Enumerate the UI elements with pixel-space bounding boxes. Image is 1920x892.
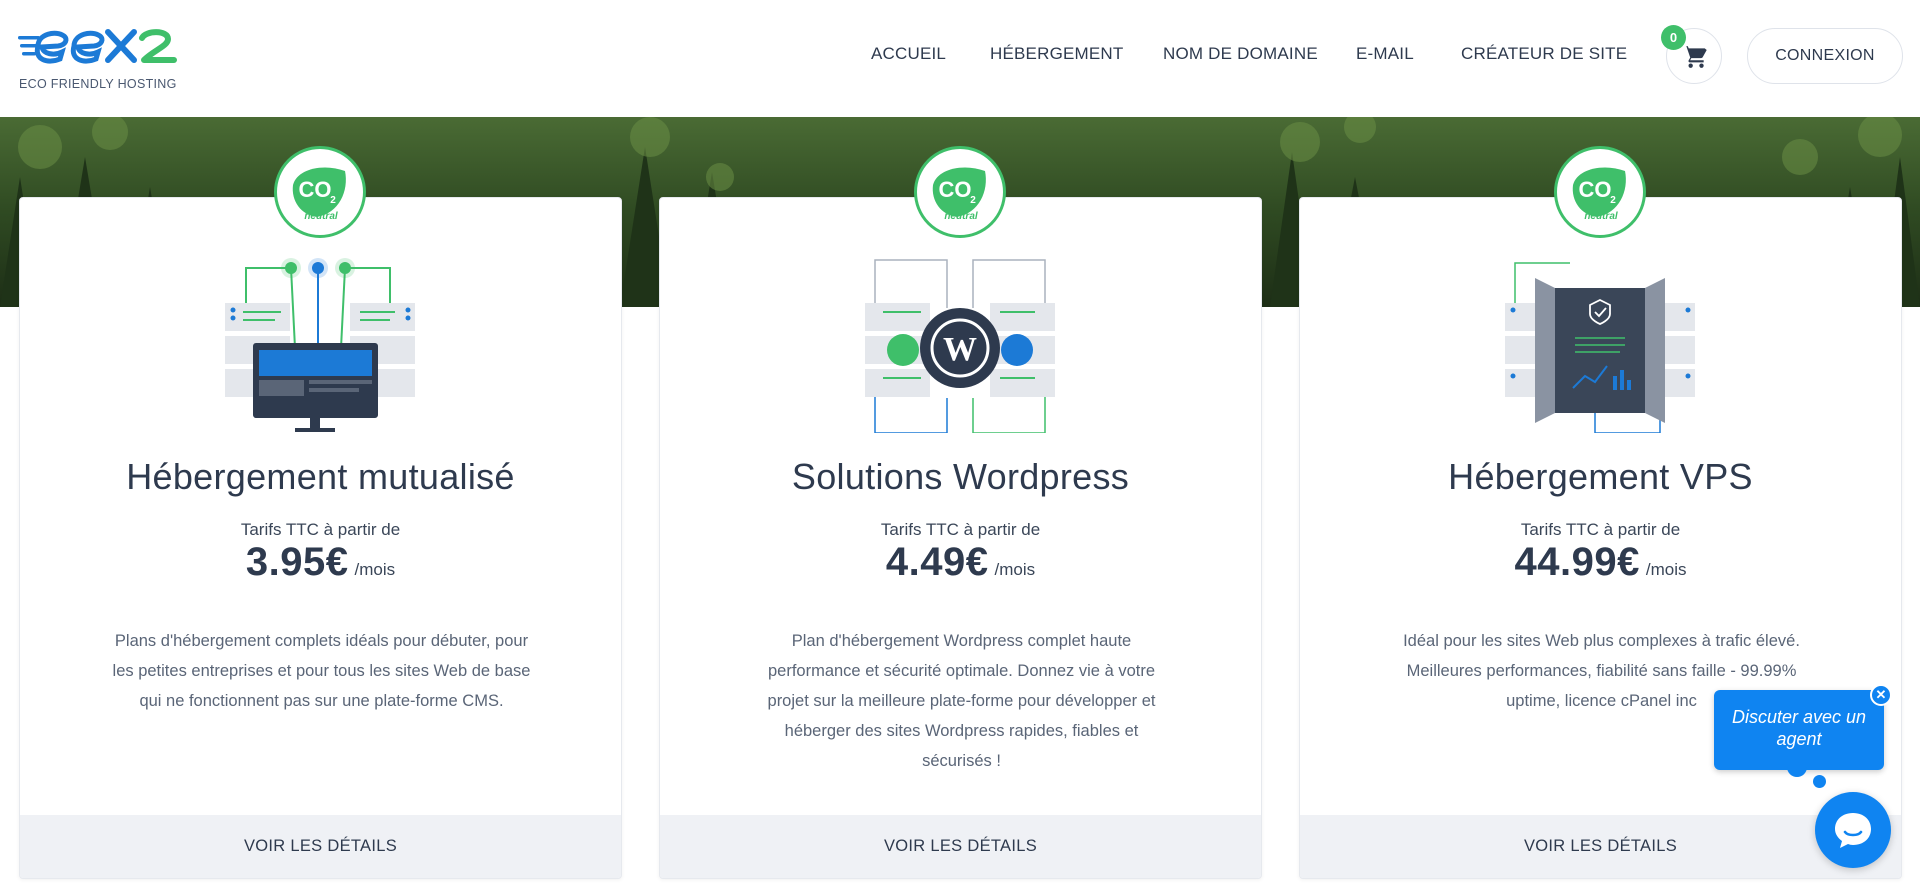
price-row: 4.49€ /mois: [660, 540, 1261, 585]
chat-launcher-button[interactable]: [1815, 792, 1891, 868]
badge-sub-text: 2: [330, 195, 336, 206]
badge-co-text: CO: [1579, 177, 1612, 202]
plan-description: Plans d'hébergement complets idéals pour…: [112, 632, 531, 710]
chat-prompt-bubble[interactable]: Discuter avec un agent: [1714, 690, 1884, 770]
price-period: /mois: [354, 560, 396, 579]
chat-icon: [1835, 813, 1871, 848]
price-row: 3.95€ /mois: [20, 540, 621, 585]
ex2-logo-icon: [18, 29, 177, 64]
vps-illustration-icon: [1505, 262, 1695, 433]
price-period: /mois: [994, 560, 1036, 579]
price-period: /mois: [1645, 560, 1687, 579]
price-label: Tarifs TTC à partir de: [880, 520, 1041, 539]
cart-button[interactable]: 0: [1661, 25, 1722, 84]
co2-neutral-icon: CO 2 neutral: [914, 146, 1006, 238]
plan-title: Hébergement VPS: [1448, 456, 1753, 497]
details-button[interactable]: VOIR LES DÉTAILS: [660, 815, 1261, 878]
badge-neutral-text: neutral: [304, 211, 338, 222]
details-button[interactable]: VOIR LES DÉTAILS: [20, 815, 621, 878]
badge-neutral-text: neutral: [944, 211, 978, 222]
price-value: 4.49€: [885, 540, 989, 584]
site-header: ECO FRIENDLY HOSTING ACCUEIL HÉBERGEMENT…: [0, 0, 1920, 117]
badge-sub-text: 2: [1610, 195, 1616, 206]
plan-title: Hébergement mutualisé: [126, 456, 515, 497]
wordpress-illustration-icon: W: [865, 259, 1055, 433]
price-label: Tarifs TTC à partir de: [1520, 520, 1681, 539]
shared-hosting-illustration-icon: [225, 258, 415, 432]
nav-item-hebergement[interactable]: HÉBERGEMENT: [990, 44, 1124, 64]
nav-item-accueil[interactable]: ACCUEIL: [871, 44, 946, 64]
badge-neutral-text: neutral: [1584, 211, 1618, 222]
login-button[interactable]: CONNEXION: [1747, 28, 1903, 84]
chat-close-icon[interactable]: ✕: [1870, 684, 1892, 706]
nav-item-nom-de-domaine[interactable]: NOM DE DOMAINE: [1163, 44, 1318, 64]
plan-title: Solutions Wordpress: [791, 456, 1130, 497]
co2-neutral-icon: CO 2 neutral: [274, 146, 366, 238]
logo-tagline: ECO FRIENDLY HOSTING: [19, 77, 177, 91]
logo[interactable]: ECO FRIENDLY HOSTING: [18, 26, 218, 96]
badge-sub-text: 2: [970, 195, 976, 206]
details-button[interactable]: VOIR LES DÉTAILS: [1300, 815, 1901, 878]
price-row: 44.99€ /mois: [1300, 540, 1901, 585]
cart-icon: [1683, 46, 1707, 68]
plan-card-vps: Hébergement VPS Tarifs TTC à partir de 4…: [1299, 197, 1902, 879]
price-value: 3.95€: [245, 540, 349, 584]
plan-description: Plan d'hébergement Wordpress complet hau…: [767, 632, 1156, 770]
plan-card-shared: Hébergement mutualisé Tarifs TTC à parti…: [19, 197, 622, 879]
chat-bubble-dot: [1813, 775, 1826, 788]
plan-card-wordpress: W Solutions Wordpress Tarifs TTC à parti…: [659, 197, 1262, 879]
price-label: Tarifs TTC à partir de: [240, 520, 401, 539]
nav-item-e-mail[interactable]: E-MAIL: [1356, 44, 1414, 64]
nav-item-createur-de-site[interactable]: CRÉATEUR DE SITE: [1461, 44, 1627, 64]
price-value: 44.99€: [1514, 540, 1640, 584]
co2-neutral-icon: CO 2 neutral: [1554, 146, 1646, 238]
svg-text:W: W: [943, 331, 977, 368]
badge-co-text: CO: [939, 177, 972, 202]
badge-co-text: CO: [299, 177, 332, 202]
